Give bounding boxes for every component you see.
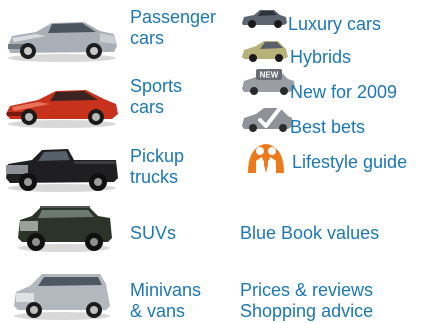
lifestyle-people-icon	[248, 144, 284, 173]
suvs-link[interactable]: SUVs	[130, 223, 176, 244]
new-badge-icon: NEW	[242, 69, 295, 95]
luxury-cars-link[interactable]: Luxury cars	[288, 14, 381, 35]
lifestyle-guide-link[interactable]: Lifestyle guide	[292, 152, 407, 173]
pickup-trucks-label-line2: trucks	[130, 167, 179, 187]
best-bets-link[interactable]: Best bets	[290, 117, 365, 138]
minivan-image[interactable]	[10, 270, 114, 320]
passenger-cars-link[interactable]: Passenger cars	[130, 7, 216, 49]
sports-cars-link[interactable]: Sports cars	[130, 76, 182, 118]
hybrids-link[interactable]: Hybrids	[290, 47, 351, 68]
sports-car-image[interactable]	[2, 84, 120, 128]
minivans-label-line2: & vans	[130, 301, 186, 321]
luxury-car-icon	[242, 10, 287, 28]
checkmark-car-icon	[242, 106, 293, 132]
new-for-2009-link[interactable]: New for 2009	[290, 82, 397, 103]
svg-text:NEW: NEW	[260, 71, 279, 80]
shopping-advice-link[interactable]: Shopping advice	[240, 301, 373, 322]
sports-cars-label-line1: Sports	[130, 76, 183, 96]
blue-book-values-link[interactable]: Blue Book values	[240, 223, 379, 244]
minivans-link[interactable]: Minivans & vans	[130, 280, 201, 322]
passenger-cars-label-line1: Passenger	[130, 7, 217, 27]
pickup-trucks-label-line1: Pickup	[130, 146, 185, 166]
passenger-car-image[interactable]	[2, 18, 120, 62]
car-category-panel: Passenger cars Sports cars Pickup trucks	[0, 0, 426, 323]
hybrid-car-icon	[242, 41, 288, 62]
passenger-cars-label-line2: cars	[130, 28, 165, 48]
minivans-label-line1: Minivans	[130, 280, 202, 300]
sports-cars-label-line2: cars	[130, 97, 165, 117]
prices-reviews-link[interactable]: Prices & reviews	[240, 280, 373, 301]
pickup-truck-image[interactable]	[2, 144, 120, 192]
suv-image[interactable]	[14, 204, 114, 252]
pickup-trucks-link[interactable]: Pickup trucks	[130, 146, 184, 188]
